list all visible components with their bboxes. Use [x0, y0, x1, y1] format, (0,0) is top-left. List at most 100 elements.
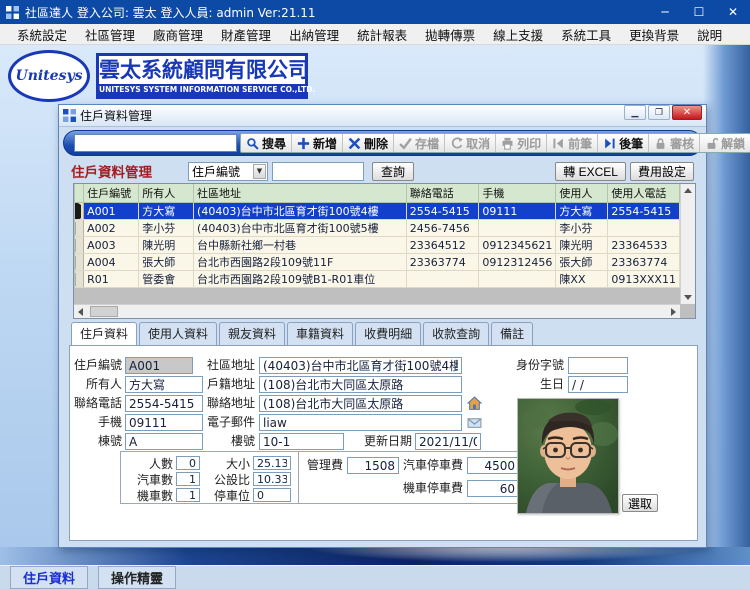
menu-item-1[interactable]: 系統設定 [8, 25, 76, 44]
scroll-left-icon[interactable] [78, 308, 83, 316]
table-cell[interactable]: 2554-5415 [608, 203, 680, 220]
table-cell[interactable] [479, 271, 556, 288]
tab-5[interactable]: 收費明細 [355, 322, 421, 345]
query-button[interactable]: 查詢 [372, 162, 414, 181]
scroll-right-icon[interactable] [671, 308, 676, 316]
tab-2[interactable]: 使用人資料 [139, 322, 217, 345]
filter-value-input[interactable] [272, 162, 364, 181]
table-cell[interactable]: 管委會 [139, 271, 194, 288]
public-ratio-field[interactable] [253, 472, 291, 486]
people-count-field[interactable] [176, 456, 200, 470]
owner-field[interactable] [125, 376, 203, 393]
table-cell[interactable]: A002 [84, 220, 139, 237]
menu-item-5[interactable]: 出納管理 [280, 25, 348, 44]
column-header[interactable]: 住戶編號 [84, 184, 139, 203]
search-field-select[interactable]: 住戶編號 ▼ [188, 162, 268, 181]
id-no-field[interactable] [568, 357, 628, 374]
table-cell[interactable]: 張大師 [139, 254, 194, 271]
table-cell[interactable]: A004 [84, 254, 139, 271]
table-cell[interactable]: 23364533 [608, 237, 680, 254]
table-cell[interactable]: 台北市西園路2段109號11F [194, 254, 407, 271]
mobile-field[interactable] [125, 414, 203, 431]
taskbar-tab-1[interactable]: 住戶資料 [10, 566, 88, 589]
household-addr-field[interactable] [259, 376, 462, 393]
table-cell[interactable]: 23363774 [406, 254, 479, 271]
scrollbar-thumb[interactable] [90, 306, 118, 317]
table-cell[interactable]: 方大寫 [139, 203, 194, 220]
toolbar-plus-button[interactable]: 新增 [292, 134, 343, 152]
table-cell[interactable]: 台北市西園路2段109號B1-R01車位 [194, 271, 407, 288]
table-cell[interactable]: A001 [84, 203, 139, 220]
table-cell[interactable]: 0912312456 [479, 254, 556, 271]
email-field[interactable] [259, 414, 462, 431]
menu-item-8[interactable]: 線上支援 [484, 25, 552, 44]
table-cell[interactable] [608, 220, 680, 237]
column-header[interactable]: 使用人 [556, 184, 608, 203]
horizontal-scrollbar[interactable] [74, 304, 680, 318]
table-cell[interactable]: 陳光明 [139, 237, 194, 254]
scooter-parking-fee-field[interactable] [467, 480, 519, 497]
toolbar-search-button[interactable]: 搜尋 [241, 134, 292, 152]
table-cell[interactable]: (40403)台中市北區育才街100號4樓 [194, 203, 407, 220]
table-cell[interactable]: 2554-5415 [406, 203, 479, 220]
table-cell[interactable]: 陳光明 [556, 237, 608, 254]
table-cell[interactable]: 23364512 [406, 237, 479, 254]
send-email-icon[interactable] [466, 414, 483, 431]
contact-phone-field[interactable] [125, 395, 203, 412]
contact-addr-field[interactable] [259, 395, 462, 412]
car-count-field[interactable] [176, 472, 200, 486]
toolbar-next-button[interactable]: 後筆 [598, 134, 649, 152]
scroll-down-icon[interactable] [684, 295, 692, 300]
column-header[interactable]: 所有人 [139, 184, 194, 203]
parking-space-field[interactable] [253, 488, 291, 502]
table-cell[interactable]: 陳XX [556, 271, 608, 288]
table-row[interactable]: A001方大寫(40403)台中市北區育才街100號4樓2554-5415091… [75, 203, 680, 220]
birthday-field[interactable] [568, 376, 628, 393]
table-cell[interactable]: (40403)台中市北區育才街100號5樓 [194, 220, 407, 237]
community-addr-field[interactable] [259, 357, 462, 374]
tab-7[interactable]: 備註 [491, 322, 533, 345]
menu-item-3[interactable]: 廠商管理 [144, 25, 212, 44]
car-parking-fee-field[interactable] [467, 457, 519, 474]
table-cell[interactable]: 0912345621 [479, 237, 556, 254]
tab-1[interactable]: 住戶資料 [71, 322, 137, 346]
floor-no-field[interactable] [259, 433, 344, 450]
menu-item-4[interactable]: 財產管理 [212, 25, 280, 44]
update-date-field[interactable] [415, 433, 481, 450]
menu-item-9[interactable]: 系統工具 [552, 25, 620, 44]
maximize-icon[interactable]: ☐ [682, 0, 716, 24]
menu-item-6[interactable]: 統計報表 [348, 25, 416, 44]
table-cell[interactable]: 2456-7456 [406, 220, 479, 237]
tab-4[interactable]: 車籍資料 [287, 322, 353, 345]
menu-item-10[interactable]: 更換背景 [620, 25, 688, 44]
table-cell[interactable]: 23363774 [608, 254, 680, 271]
table-cell[interactable]: 方大寫 [556, 203, 608, 220]
menu-item-11[interactable]: 說明 [688, 25, 731, 44]
menu-item-2[interactable]: 社區管理 [76, 25, 144, 44]
table-cell[interactable] [479, 220, 556, 237]
scooter-count-field[interactable] [176, 488, 200, 502]
close-icon[interactable]: ✕ [716, 0, 750, 24]
column-header[interactable]: 使用人電話 [608, 184, 680, 203]
table-cell[interactable] [406, 271, 479, 288]
column-header[interactable]: 社區地址 [194, 184, 407, 203]
mgmt-fee-field[interactable] [347, 457, 399, 474]
table-cell[interactable]: 0913XXX11 [608, 271, 680, 288]
column-header[interactable]: 手機 [479, 184, 556, 203]
minimize-icon[interactable]: ─ [648, 0, 682, 24]
table-cell[interactable]: 張大師 [556, 254, 608, 271]
table-cell[interactable]: R01 [84, 271, 139, 288]
menu-item-7[interactable]: 拋轉傳票 [416, 25, 484, 44]
child-close-icon[interactable]: ✕ [672, 105, 702, 120]
vertical-scrollbar[interactable] [680, 184, 695, 304]
table-cell[interactable]: 09111 [479, 203, 556, 220]
table-row[interactable]: R01管委會台北市西園路2段109號B1-R01車位 陳XX0913XXX11 [75, 271, 680, 288]
child-maximize-icon[interactable]: ❐ [648, 105, 670, 120]
scroll-up-icon[interactable] [684, 188, 692, 193]
table-row[interactable]: A003陳光明台中縣新社鄉一村巷233645120912345621陳光明233… [75, 237, 680, 254]
taskbar-tab-2[interactable]: 操作精靈 [98, 566, 176, 589]
size-field[interactable] [253, 456, 291, 470]
export-excel-button[interactable]: 轉 EXCEL [555, 162, 626, 181]
table-cell[interactable]: 李小芬 [556, 220, 608, 237]
table-cell[interactable]: 李小芬 [139, 220, 194, 237]
